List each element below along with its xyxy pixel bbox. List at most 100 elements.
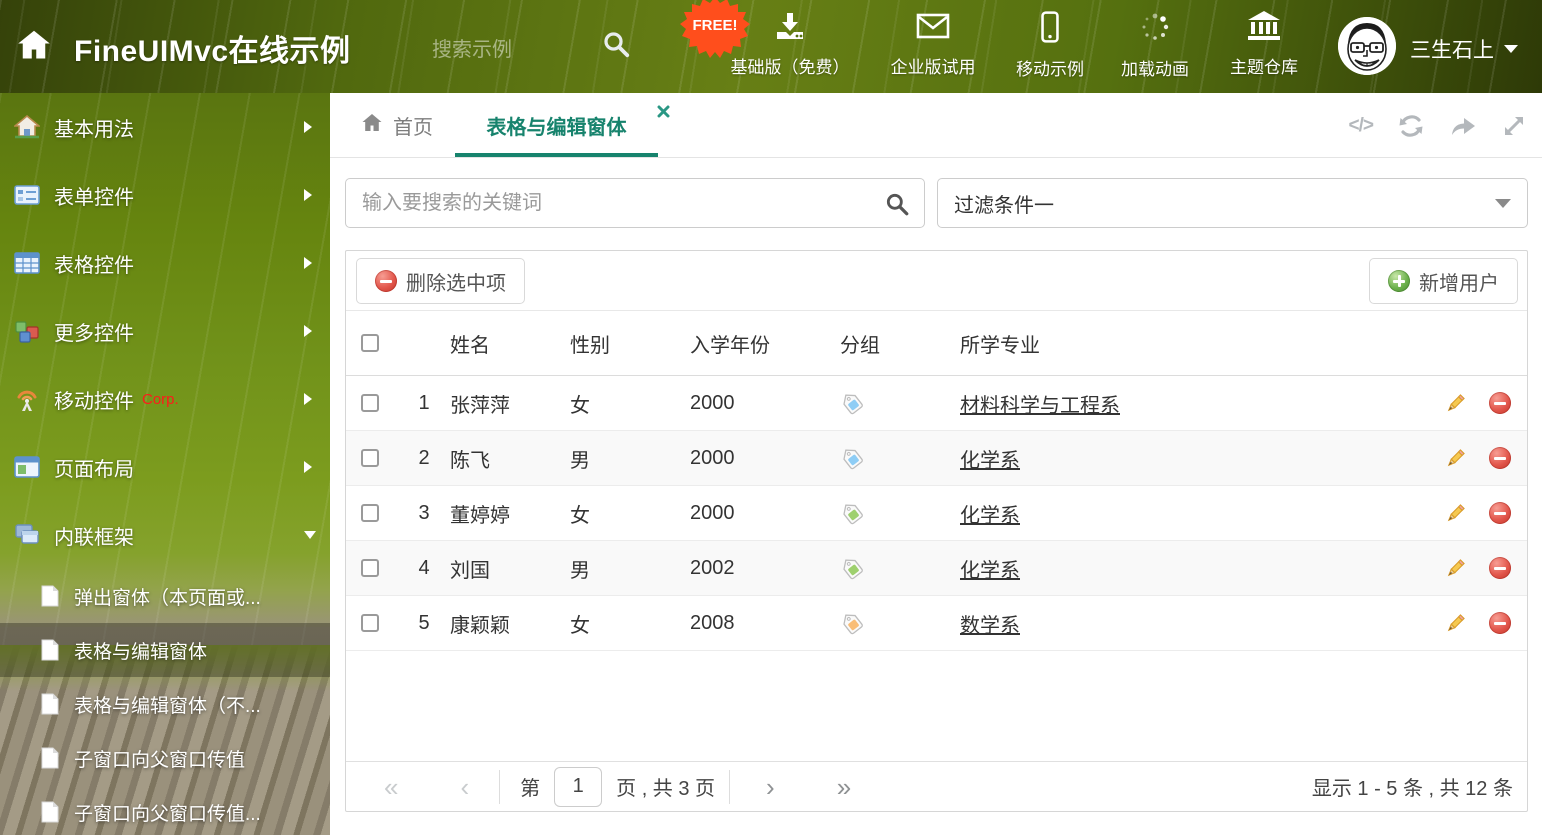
- chevron-right-icon: [304, 461, 312, 473]
- col-name[interactable]: 姓名: [450, 329, 570, 358]
- cell-year: 2000: [690, 446, 735, 469]
- tag-icon: [840, 611, 960, 635]
- file-icon: [40, 747, 60, 769]
- edit-pencil-icon[interactable]: [1444, 392, 1467, 415]
- row-checkbox[interactable]: [361, 614, 379, 632]
- nav-item-theme-store[interactable]: 主题仓库: [1208, 11, 1320, 78]
- sidebar-item-basic-usage[interactable]: 基本用法: [0, 93, 330, 161]
- table-row: 3 董婷婷 女 2000 化学系: [346, 486, 1527, 541]
- chevron-right-icon: [304, 121, 312, 133]
- major-link[interactable]: 化学系: [960, 560, 1020, 582]
- user-menu[interactable]: 三生石上: [1410, 34, 1518, 64]
- search-icon[interactable]: [601, 29, 631, 64]
- search-icon[interactable]: [884, 191, 910, 222]
- tab-grid-edit-window[interactable]: 表格与编辑窗体: [455, 93, 670, 157]
- tab-active-label: 表格与编辑窗体: [486, 116, 627, 139]
- page-number-input[interactable]: [554, 766, 603, 807]
- table-row: 1 张萍萍 女 2000 材料科学与工程系: [346, 376, 1527, 431]
- major-link[interactable]: 化学系: [960, 450, 1020, 472]
- cell-gender: 男: [570, 559, 590, 582]
- sidebar: 基本用法 表单控件 表格控件 更多控件 移动控件 Corp. 页面布局 内联框架…: [0, 93, 330, 835]
- user-grid: 删除选中项 新增用户 姓名 性别 入学年份 分组 所学专业 1 张萍萍 女 20…: [345, 250, 1528, 812]
- chevron-down-icon: [1504, 45, 1518, 53]
- home-icon[interactable]: [16, 27, 52, 68]
- grid-toolbar: 删除选中项 新增用户: [346, 251, 1527, 311]
- add-user-button[interactable]: 新增用户: [1369, 258, 1518, 304]
- row-checkbox[interactable]: [361, 394, 379, 412]
- fullscreen-icon[interactable]: [1502, 114, 1526, 138]
- sidebar-item-more-controls[interactable]: 更多控件: [0, 297, 330, 365]
- first-page-button[interactable]: «: [384, 774, 398, 800]
- nav-item-mobile-demo[interactable]: 移动示例: [995, 11, 1105, 80]
- cell-year: 2008: [690, 611, 735, 634]
- house-icon: [12, 114, 42, 140]
- col-gender[interactable]: 性别: [570, 329, 690, 358]
- delete-row-icon[interactable]: [1489, 612, 1511, 634]
- sidebar-subitem-child-to-parent-2[interactable]: 子窗口向父窗口传值...: [0, 785, 330, 835]
- user-name: 三生石上: [1410, 39, 1494, 62]
- filter-dropdown[interactable]: 过滤条件一: [937, 178, 1528, 228]
- keyword-search-input[interactable]: [346, 179, 924, 227]
- chevron-right-icon: [304, 393, 312, 405]
- row-index: 5: [418, 611, 430, 634]
- row-checkbox[interactable]: [361, 559, 379, 577]
- nav-item-loading-animation[interactable]: 加载动画: [1100, 11, 1210, 80]
- col-major[interactable]: 所学专业: [960, 329, 1419, 358]
- major-link[interactable]: 材料科学与工程系: [960, 395, 1120, 417]
- edit-pencil-icon[interactable]: [1444, 557, 1467, 580]
- sidebar-subitem-popup-window[interactable]: 弹出窗体（本页面或...: [0, 569, 330, 623]
- open-new-window-icon[interactable]: [1449, 114, 1477, 138]
- header-search-input[interactable]: 搜索示例: [432, 33, 512, 62]
- edit-pencil-icon[interactable]: [1444, 612, 1467, 635]
- sidebar-subitem-child-to-parent[interactable]: 子窗口向父窗口传值: [0, 731, 330, 785]
- cell-name: 刘国: [450, 559, 490, 582]
- sidebar-item-form-controls[interactable]: 表单控件: [0, 161, 330, 229]
- sidebar-subitem-grid-edit-window[interactable]: 表格与编辑窗体: [0, 623, 330, 677]
- tab-home[interactable]: 首页: [360, 93, 433, 158]
- select-all-checkbox[interactable]: [361, 334, 379, 352]
- nav-item-enterprise-trial[interactable]: 企业版试用: [863, 11, 1003, 78]
- file-icon: [40, 801, 60, 823]
- close-icon[interactable]: [657, 105, 670, 123]
- page-label-suffix: 页 , 共 3 页: [616, 778, 716, 800]
- table-body: 1 张萍萍 女 2000 材料科学与工程系 2 陈飞 男 2000 化学系 3 …: [346, 376, 1527, 651]
- nav-item-basic-free[interactable]: 基础版（免费）: [715, 11, 865, 78]
- next-page-button[interactable]: ›: [766, 774, 775, 800]
- edit-pencil-icon[interactable]: [1444, 447, 1467, 470]
- col-year[interactable]: 入学年份: [690, 329, 840, 358]
- avatar[interactable]: [1338, 17, 1396, 75]
- cell-gender: 女: [570, 614, 590, 637]
- refresh-icon[interactable]: [1398, 113, 1424, 139]
- prev-page-button[interactable]: ‹: [460, 774, 469, 800]
- file-icon: [40, 693, 60, 715]
- last-page-button[interactable]: »: [837, 774, 851, 800]
- sidebar-item-grid-controls[interactable]: 表格控件: [0, 229, 330, 297]
- chevron-down-icon: [1495, 198, 1511, 208]
- delete-selected-button[interactable]: 删除选中项: [356, 258, 525, 304]
- record-summary: 显示 1 - 5 条 , 共 12 条: [1311, 778, 1513, 800]
- sidebar-subitem-grid-edit-window-2[interactable]: 表格与编辑窗体（不...: [0, 677, 330, 731]
- mobile-icon: [1040, 11, 1060, 48]
- delete-row-icon[interactable]: [1489, 557, 1511, 579]
- sidebar-item-iframe[interactable]: 内联框架: [0, 501, 330, 569]
- cell-year: 2000: [690, 501, 735, 524]
- col-group[interactable]: 分组: [840, 329, 960, 358]
- spinner-icon: [1139, 11, 1171, 48]
- delete-row-icon[interactable]: [1489, 502, 1511, 524]
- major-link[interactable]: 化学系: [960, 505, 1020, 527]
- table-header: 姓名 性别 入学年份 分组 所学专业: [346, 311, 1527, 376]
- table-icon: [14, 250, 40, 276]
- page-label-prefix: 第: [520, 778, 541, 800]
- major-link[interactable]: 数学系: [960, 615, 1020, 637]
- sidebar-item-mobile-controls[interactable]: 移动控件 Corp.: [0, 365, 330, 433]
- tag-icon: [840, 446, 960, 470]
- corp-badge: Corp.: [142, 390, 179, 408]
- view-source-icon[interactable]: </>: [1349, 115, 1375, 137]
- row-checkbox[interactable]: [361, 504, 379, 522]
- sidebar-item-page-layout[interactable]: 页面布局: [0, 433, 330, 501]
- delete-row-icon[interactable]: [1489, 447, 1511, 469]
- edit-pencil-icon[interactable]: [1444, 502, 1467, 525]
- row-checkbox[interactable]: [361, 449, 379, 467]
- delete-row-icon[interactable]: [1489, 392, 1511, 414]
- tag-icon: [840, 501, 960, 525]
